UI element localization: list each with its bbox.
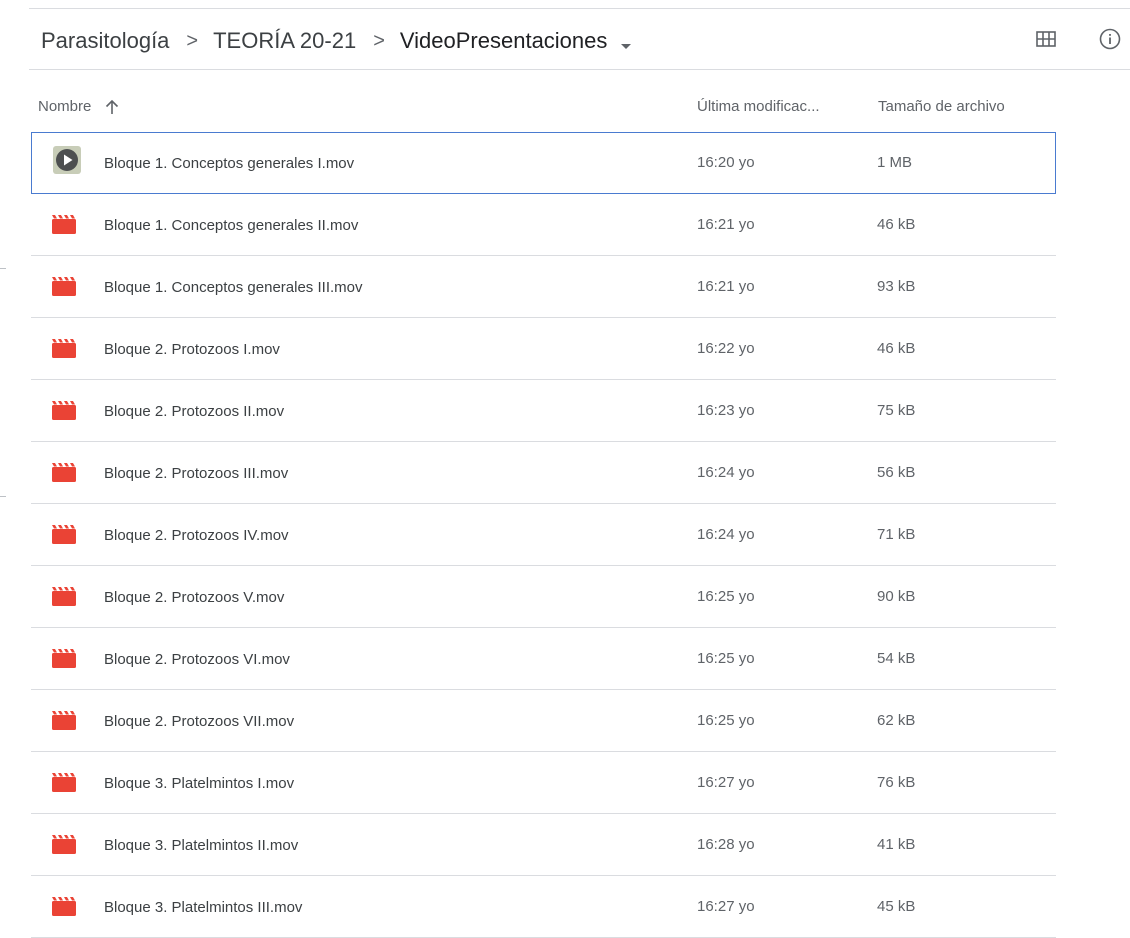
- arrow-up-icon[interactable]: [105, 99, 119, 115]
- file-modified: 16:25 yo: [697, 588, 755, 605]
- file-row[interactable]: Bloque 2. Protozoos VII.mov 16:25 yo 62 kB: [31, 690, 1056, 752]
- grid-view-icon[interactable]: [1036, 30, 1056, 48]
- file-modified: 16:22 yo: [697, 340, 755, 357]
- file-row[interactable]: Bloque 2. Protozoos I.mov 16:22 yo 46 kB: [31, 318, 1056, 380]
- video-file-icon: [52, 711, 76, 730]
- file-row[interactable]: Bloque 2. Protozoos V.mov 16:25 yo 90 kB: [31, 566, 1056, 628]
- file-row[interactable]: Bloque 3. Platelmintos I.mov 16:27 yo 76 k…: [31, 752, 1056, 814]
- column-header-size[interactable]: Tamaño de archivo: [878, 98, 1005, 115]
- breadcrumb-item-teoria[interactable]: TEORÍA 20-21: [213, 28, 356, 54]
- file-modified: 16:21 yo: [697, 216, 755, 233]
- file-size: 41 kB: [877, 836, 916, 853]
- file-modified: 16:23 yo: [697, 402, 755, 419]
- file-name: Bloque 1. Conceptos generales III.mov: [104, 279, 363, 296]
- file-row[interactable]: Bloque 1. Conceptos generales I.mov 16:20…: [31, 132, 1056, 194]
- video-file-icon: [52, 401, 76, 420]
- file-name: Bloque 1. Conceptos generales II.mov: [104, 217, 359, 234]
- file-size: 54 kB: [877, 650, 916, 667]
- column-header-name[interactable]: Nombre: [38, 98, 119, 115]
- file-name: Bloque 2. Protozoos V.mov: [104, 589, 285, 606]
- file-size: 75 kB: [877, 402, 916, 419]
- file-size: 62 kB: [877, 712, 916, 729]
- file-row[interactable]: Bloque 1. Conceptos generales III.mov 16:…: [31, 256, 1056, 318]
- video-file-icon: [52, 339, 76, 358]
- video-file-icon: [52, 463, 76, 482]
- file-modified: 16:25 yo: [697, 650, 755, 667]
- file-size: 46 kB: [877, 340, 916, 357]
- file-modified: 16:28 yo: [697, 836, 755, 853]
- video-file-icon: [52, 649, 76, 668]
- file-name: Bloque 3. Platelmintos III.mov: [104, 899, 303, 916]
- file-size: 46 kB: [877, 216, 916, 233]
- file-size: 90 kB: [877, 588, 916, 605]
- file-modified: 16:24 yo: [697, 464, 755, 481]
- breadcrumb-separator: >: [186, 29, 199, 52]
- video-file-icon: [52, 525, 76, 544]
- breadcrumb-item-parasitologia[interactable]: Parasitología: [41, 28, 169, 54]
- file-row[interactable]: Bloque 1. Conceptos generales II.mov 16:2…: [31, 194, 1056, 256]
- file-row[interactable]: Bloque 3. Platelmintos III.mov 16:27 yo 45…: [31, 876, 1056, 938]
- file-name: Bloque 2. Protozoos VII.mov: [104, 713, 295, 730]
- info-icon[interactable]: [1098, 27, 1122, 51]
- folder-menu-caret-icon[interactable]: [621, 44, 632, 49]
- video-file-icon: [52, 835, 76, 854]
- file-row[interactable]: Bloque 2. Protozoos IV.mov 16:24 yo 71 kB: [31, 504, 1056, 566]
- video-file-icon: [52, 587, 76, 606]
- file-name: Bloque 1. Conceptos generales I.mov: [104, 155, 355, 172]
- video-file-icon: [52, 897, 76, 916]
- header-divider: [29, 69, 1130, 70]
- breadcrumb-separator: >: [373, 29, 385, 52]
- video-file-icon: [52, 215, 76, 234]
- file-modified: 16:24 yo: [697, 526, 755, 543]
- video-file-icon: [52, 773, 76, 792]
- scroll-edge-mark: [0, 496, 6, 497]
- file-size: 45 kB: [877, 898, 916, 915]
- file-size: 1 MB: [877, 154, 913, 171]
- file-name: Bloque 3. Platelmintos II.mov: [104, 837, 299, 854]
- file-name: Bloque 2. Protozoos IV.mov: [104, 527, 289, 544]
- file-modified: 16:25 yo: [697, 712, 755, 729]
- scroll-edge-mark: [0, 268, 6, 269]
- file-size: 76 kB: [877, 774, 916, 791]
- column-header-name-label: Nombre: [38, 98, 92, 115]
- file-modified: 16:27 yo: [697, 898, 755, 915]
- video-thumbnail-play-icon: [53, 146, 81, 174]
- file-size: 56 kB: [877, 464, 916, 481]
- file-row[interactable]: Bloque 2. Protozoos VI.mov 16:25 yo 54 kB: [31, 628, 1056, 690]
- video-file-icon: [52, 277, 76, 296]
- breadcrumb-current-folder[interactable]: VideoPresentaciones: [400, 28, 632, 54]
- column-header-modified[interactable]: Última modificac...: [697, 98, 820, 115]
- current-folder-label: VideoPresentaciones: [399, 28, 608, 53]
- file-name: Bloque 3. Platelmintos I.mov: [104, 775, 295, 792]
- file-row[interactable]: Bloque 3. Platelmintos II.mov 16:28 yo 41 …: [31, 814, 1056, 876]
- file-size: 71 kB: [877, 526, 916, 543]
- file-modified: 16:27 yo: [697, 774, 755, 791]
- breadcrumb: Parasitología > TEORÍA 20-21 > VideoPres…: [41, 24, 632, 58]
- file-name: Bloque 2. Protozoos II.mov: [104, 403, 285, 420]
- file-row[interactable]: Bloque 2. Protozoos II.mov 16:23 yo 75 kB: [31, 380, 1056, 442]
- file-row[interactable]: Bloque 2. Protozoos III.mov 16:24 yo 56 kB: [31, 442, 1056, 504]
- file-name: Bloque 2. Protozoos VI.mov: [104, 651, 290, 668]
- file-modified: 16:20 yo: [697, 154, 755, 171]
- top-divider: [29, 8, 1130, 9]
- file-name: Bloque 2. Protozoos III.mov: [104, 465, 289, 482]
- file-name: Bloque 2. Protozoos I.mov: [104, 341, 280, 358]
- file-size: 93 kB: [877, 278, 916, 295]
- file-modified: 16:21 yo: [697, 278, 755, 295]
- file-list: Bloque 1. Conceptos generales I.mov 16:20…: [31, 132, 1056, 938]
